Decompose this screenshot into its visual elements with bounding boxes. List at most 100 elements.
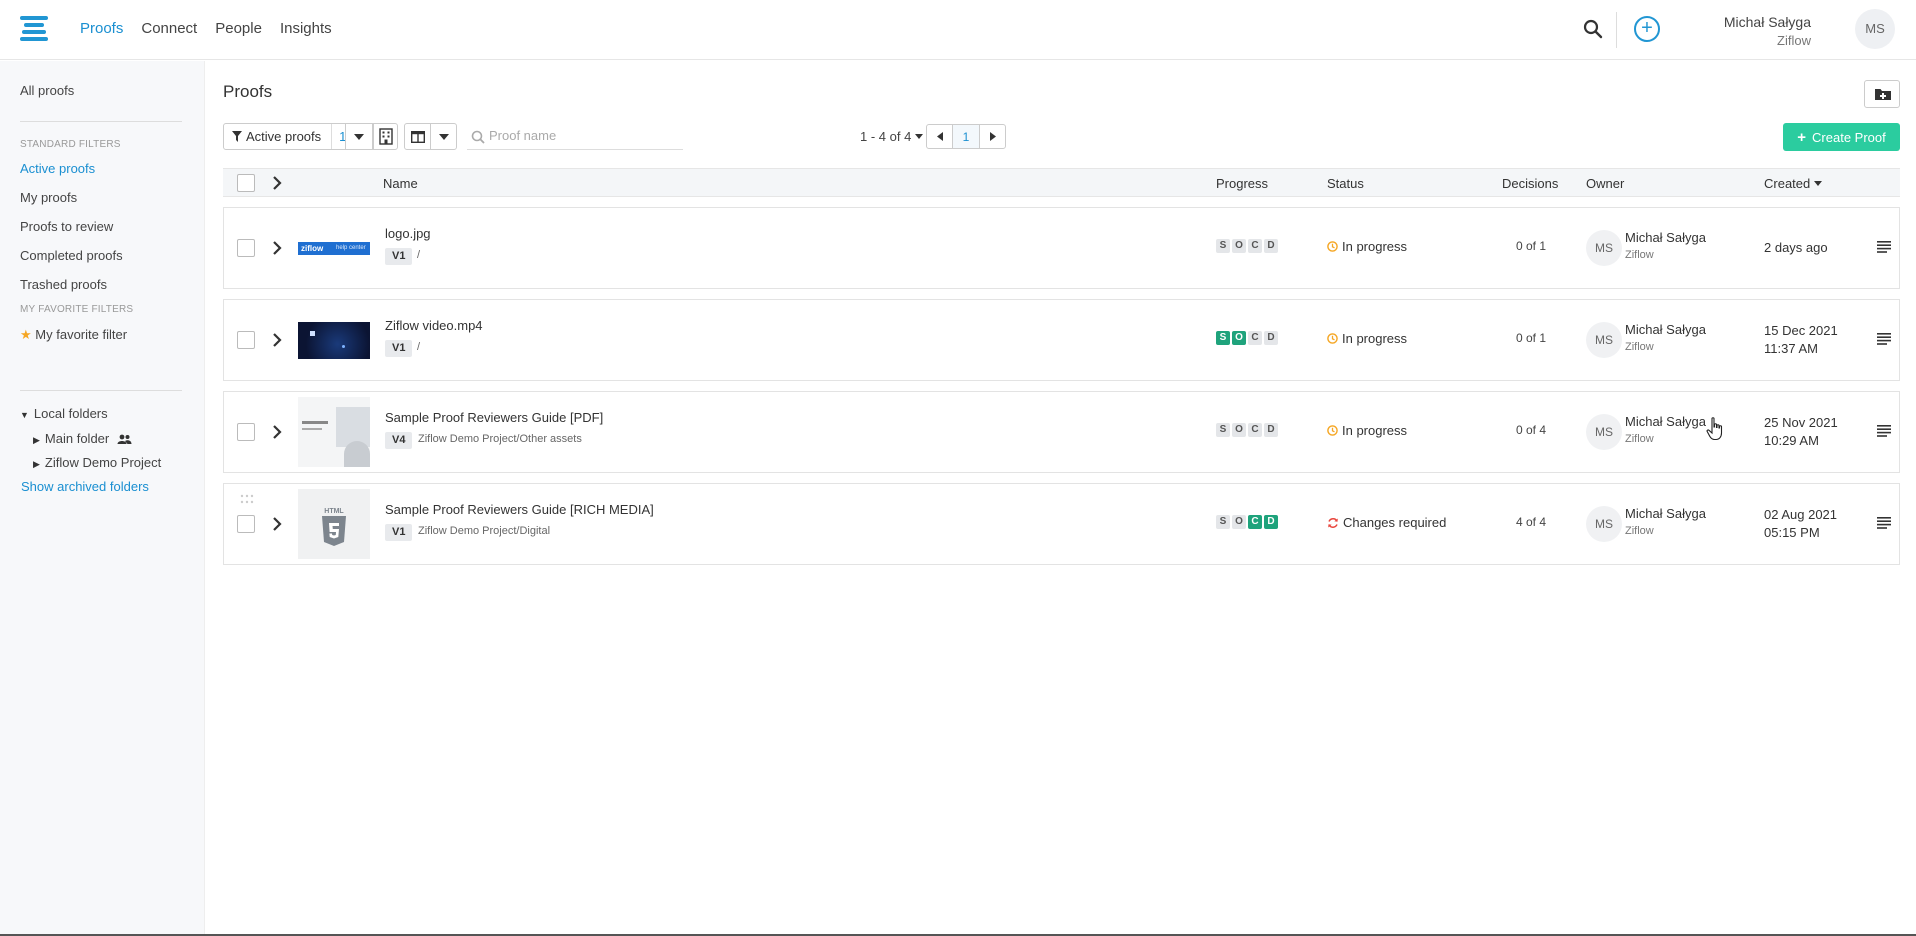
sidebar-item-all-proofs[interactable]: All proofs xyxy=(20,83,74,98)
proof-name[interactable]: Ziflow video.mp4 xyxy=(385,318,483,333)
stage-s: S xyxy=(1216,239,1230,253)
prev-page-button[interactable] xyxy=(926,124,953,149)
decisions-count: 4 of 4 xyxy=(1516,515,1547,529)
owner-name: Michał Sałyga xyxy=(1625,230,1706,245)
caret-down-icon xyxy=(354,133,364,140)
owner-avatar: MS xyxy=(1586,322,1622,358)
progress-stages: S O C D xyxy=(1216,239,1278,253)
col-decisions[interactable]: Decisions xyxy=(1502,176,1558,191)
decisions-count: 0 of 1 xyxy=(1516,331,1547,345)
proof-thumbnail[interactable] xyxy=(298,305,370,375)
row-menu-icon[interactable] xyxy=(1877,241,1891,253)
table-row[interactable]: ziflow help center logo.jpg V1 / S O C D… xyxy=(223,207,1900,289)
expand-row-icon[interactable] xyxy=(270,241,284,255)
add-folder-button[interactable] xyxy=(1864,80,1900,108)
columns-icon xyxy=(410,130,425,143)
col-owner[interactable]: Owner xyxy=(1586,176,1624,191)
user-info[interactable]: Michał Sałyga Ziflow xyxy=(1724,14,1811,48)
next-page-button[interactable] xyxy=(979,124,1006,149)
user-name: Michał Sałyga xyxy=(1723,14,1811,30)
add-icon[interactable]: + xyxy=(1634,16,1660,42)
nav-people[interactable]: People xyxy=(215,20,262,37)
table-row[interactable]: Ziflow video.mp4 V1 / S O C D In progres… xyxy=(223,299,1900,381)
stage-d: D xyxy=(1264,331,1278,345)
version-badge: V1 xyxy=(385,340,413,357)
col-status[interactable]: Status xyxy=(1327,176,1364,191)
row-menu-icon[interactable] xyxy=(1877,425,1891,437)
expand-row-icon[interactable] xyxy=(270,333,284,347)
table-row[interactable]: Sample Proof Reviewers Guide [PDF] V4 Zi… xyxy=(223,391,1900,473)
col-name[interactable]: Name xyxy=(383,176,418,191)
shared-users-icon xyxy=(117,434,132,444)
sidebar-item-my-proofs[interactable]: My proofs xyxy=(20,190,77,205)
expand-row-icon[interactable] xyxy=(270,425,284,439)
search-input[interactable] xyxy=(489,128,679,143)
select-all-checkbox[interactable] xyxy=(237,174,255,192)
proof-name[interactable]: logo.jpg xyxy=(385,226,431,241)
proof-path[interactable]: Ziflow Demo Project/Other assets xyxy=(418,433,582,445)
filter-label: Active proofs xyxy=(246,129,322,144)
row-checkbox[interactable] xyxy=(237,515,255,533)
local-folders-toggle[interactable]: ▼ Local folders xyxy=(20,406,108,421)
search-icon[interactable] xyxy=(1583,19,1603,39)
nav-proofs[interactable]: Proofs xyxy=(80,20,123,37)
pager-dropdown[interactable]: 1 - 4 of 4 xyxy=(860,129,923,144)
column-options-button[interactable] xyxy=(430,123,457,150)
status-badge: In progress xyxy=(1327,423,1407,438)
folder-item-ziflow-demo-project[interactable]: ▶ Ziflow Demo Project xyxy=(33,455,161,470)
html5-icon xyxy=(322,516,346,546)
sidebar-item-proofs-to-review[interactable]: Proofs to review xyxy=(20,219,113,234)
proof-thumbnail[interactable]: ziflow help center xyxy=(298,213,370,283)
status-badge: In progress xyxy=(1327,239,1407,254)
organization-filter-button[interactable] xyxy=(373,123,398,150)
stage-o: O xyxy=(1232,331,1246,345)
drag-handle-icon[interactable] xyxy=(240,494,254,504)
row-checkbox[interactable] xyxy=(237,239,255,257)
owner-name: Michał Sałyga xyxy=(1625,506,1706,521)
row-menu-icon[interactable] xyxy=(1877,333,1891,345)
proof-thumbnail[interactable] xyxy=(298,397,370,467)
status-text: Changes required xyxy=(1343,515,1447,530)
col-created[interactable]: Created xyxy=(1764,176,1822,191)
status-badge: Changes required xyxy=(1327,515,1446,530)
created-date: 2 days ago xyxy=(1764,239,1828,257)
sidebar-item-active-proofs[interactable]: Active proofs xyxy=(20,161,95,176)
expand-row-icon[interactable] xyxy=(270,517,284,531)
proof-thumbnail[interactable]: HTML xyxy=(298,489,370,559)
owner-avatar: MS xyxy=(1586,506,1622,542)
caret-left-icon xyxy=(936,132,943,141)
current-page-button[interactable]: 1 xyxy=(952,124,980,149)
col-progress[interactable]: Progress xyxy=(1216,176,1268,191)
stage-d: D xyxy=(1264,515,1278,529)
create-proof-button[interactable]: + Create Proof xyxy=(1783,123,1900,151)
top-bar: Proofs Connect People Insights + Michał … xyxy=(0,0,1916,60)
ziflow-logo[interactable] xyxy=(20,16,48,42)
expand-all-icon[interactable] xyxy=(270,176,284,190)
filter-options-button[interactable] xyxy=(345,123,373,150)
proof-path[interactable]: Ziflow Demo Project/Digital xyxy=(418,525,550,537)
show-archived-folders-link[interactable]: Show archived folders xyxy=(21,479,149,494)
row-menu-icon[interactable] xyxy=(1877,517,1891,529)
nav-insights[interactable]: Insights xyxy=(280,20,332,37)
sidebar-item-trashed-proofs[interactable]: Trashed proofs xyxy=(20,277,107,292)
sidebar-item-favorite-filter[interactable]: ★ My favorite filter xyxy=(20,327,127,343)
proof-name[interactable]: Sample Proof Reviewers Guide [PDF] xyxy=(385,410,603,425)
row-checkbox[interactable] xyxy=(237,423,255,441)
proof-path[interactable]: / xyxy=(417,249,420,261)
stage-o: O xyxy=(1232,423,1246,437)
sidebar-item-completed-proofs[interactable]: Completed proofs xyxy=(20,248,123,263)
stage-c: C xyxy=(1248,331,1262,345)
avatar[interactable]: MS xyxy=(1855,9,1895,49)
sidebar-divider xyxy=(20,390,182,391)
table-row[interactable]: HTML Sample Proof Reviewers Guide [RICH … xyxy=(223,483,1900,565)
caret-right-icon: ▶ xyxy=(33,459,40,469)
proof-path[interactable]: / xyxy=(417,341,420,353)
folder-item-main-folder[interactable]: ▶ Main folder xyxy=(33,431,132,446)
proof-name[interactable]: Sample Proof Reviewers Guide [RICH MEDIA… xyxy=(385,502,654,517)
row-checkbox[interactable] xyxy=(237,331,255,349)
nav-connect[interactable]: Connect xyxy=(141,20,197,37)
column-layout-button[interactable] xyxy=(404,123,431,150)
thumb-html-label: HTML xyxy=(324,508,344,515)
version-badge: V4 xyxy=(385,432,413,449)
stage-c: C xyxy=(1248,239,1262,253)
